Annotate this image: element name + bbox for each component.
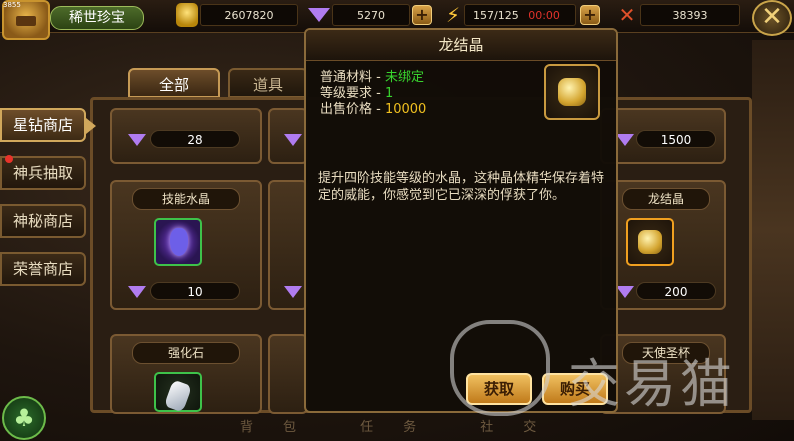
power-value: 38393 [640, 4, 740, 26]
sidebar-item-label: 神兵抽取 [12, 164, 73, 182]
stamina-box: 157/125 00:00 [464, 4, 576, 26]
diamond-icon [284, 134, 302, 146]
card-price: 28 [150, 130, 240, 148]
gold-amount: 2607820 [200, 4, 298, 26]
card-title: 强化石 [132, 342, 240, 364]
card-price: 200 [636, 282, 716, 300]
cat-logo-icon [450, 320, 550, 416]
stamina-bolt-icon: ⚡ [445, 3, 461, 27]
shop-card[interactable]: 龙结晶 200 [600, 180, 726, 310]
material-value: 未绑定 [384, 70, 424, 85]
sidebar-item-star-diamond-shop[interactable]: 星钻商店 [0, 108, 86, 142]
sell-price-label: 出售价格 - [320, 102, 385, 117]
diamond-icon [308, 3, 330, 27]
bottom-nav: 背包 任务 社交 [240, 420, 567, 435]
item-description: 提升四阶技能等级的水晶，这种晶体精华保存着特定的威能，你感觉到它已深深的俘获了你… [318, 171, 605, 203]
shop-card[interactable]: 技能水晶 10 [110, 180, 262, 310]
tooltip-header: 龙结晶 [306, 30, 616, 61]
add-stamina-button[interactable]: + [580, 5, 600, 25]
card-price: 10 [150, 282, 240, 300]
stamina-timer: 00:00 [528, 9, 560, 22]
version-label: 3855 [3, 1, 21, 9]
enhance-stone-icon [154, 372, 202, 412]
shop-card-partial[interactable] [268, 108, 308, 164]
sell-price-row: 出售价格 - 10000 [320, 102, 426, 118]
card-title: 技能水晶 [132, 188, 240, 210]
clover-icon[interactable]: ♣ [2, 396, 46, 440]
add-diamond-button[interactable]: + [412, 5, 432, 25]
level-row: 等级要求 - 1 [320, 86, 393, 102]
close-icon[interactable]: ✕ [752, 0, 792, 36]
shop-card[interactable]: 1500 [600, 108, 726, 164]
shop-title: 稀世珍宝 [50, 6, 144, 30]
sidebar-item-weapon-draw[interactable]: 神兵抽取 [0, 155, 86, 190]
shop-card-partial[interactable] [268, 334, 308, 414]
card-title: 龙结晶 [622, 188, 710, 210]
material-row: 普通材料 - 未绑定 [320, 70, 424, 86]
shop-card[interactable]: 28 [110, 108, 262, 164]
shop-card[interactable]: 强化石 [110, 334, 262, 414]
diamond-icon [284, 286, 302, 298]
diamond-icon [128, 134, 146, 146]
tab-items[interactable]: 道具 [228, 68, 308, 98]
notification-dot-icon [5, 155, 13, 163]
diamond-icon [616, 134, 634, 146]
stamina-value: 157/125 [473, 9, 519, 22]
active-arrow-icon [86, 118, 96, 134]
diamond-icon [616, 286, 634, 298]
shop-card-partial[interactable] [268, 180, 308, 310]
tab-all[interactable]: 全部 [128, 68, 220, 98]
crossed-swords-icon: ✕ [618, 3, 636, 27]
level-value: 1 [384, 86, 394, 101]
card-price: 1500 [636, 130, 716, 148]
sidebar-item-mystery-shop[interactable]: 神秘商店 [0, 204, 86, 238]
tooltip-title: 龙结晶 [438, 36, 484, 54]
gold-icon [176, 3, 198, 27]
material-label: 普通材料 - [320, 70, 385, 85]
sidebar-item-honor-shop[interactable]: 荣誉商店 [0, 252, 86, 286]
diamond-icon [128, 286, 146, 298]
sell-price-value: 10000 [384, 102, 427, 117]
diamond-amount: 5270 [332, 4, 410, 26]
level-label: 等级要求 - [320, 86, 385, 101]
skill-crystal-icon [154, 218, 202, 266]
watermark-text: 交易猫 [568, 355, 737, 415]
watermark: 交易猫 [450, 320, 790, 420]
dragon-crystal-icon [626, 218, 674, 266]
dragon-crystal-icon [544, 64, 600, 120]
